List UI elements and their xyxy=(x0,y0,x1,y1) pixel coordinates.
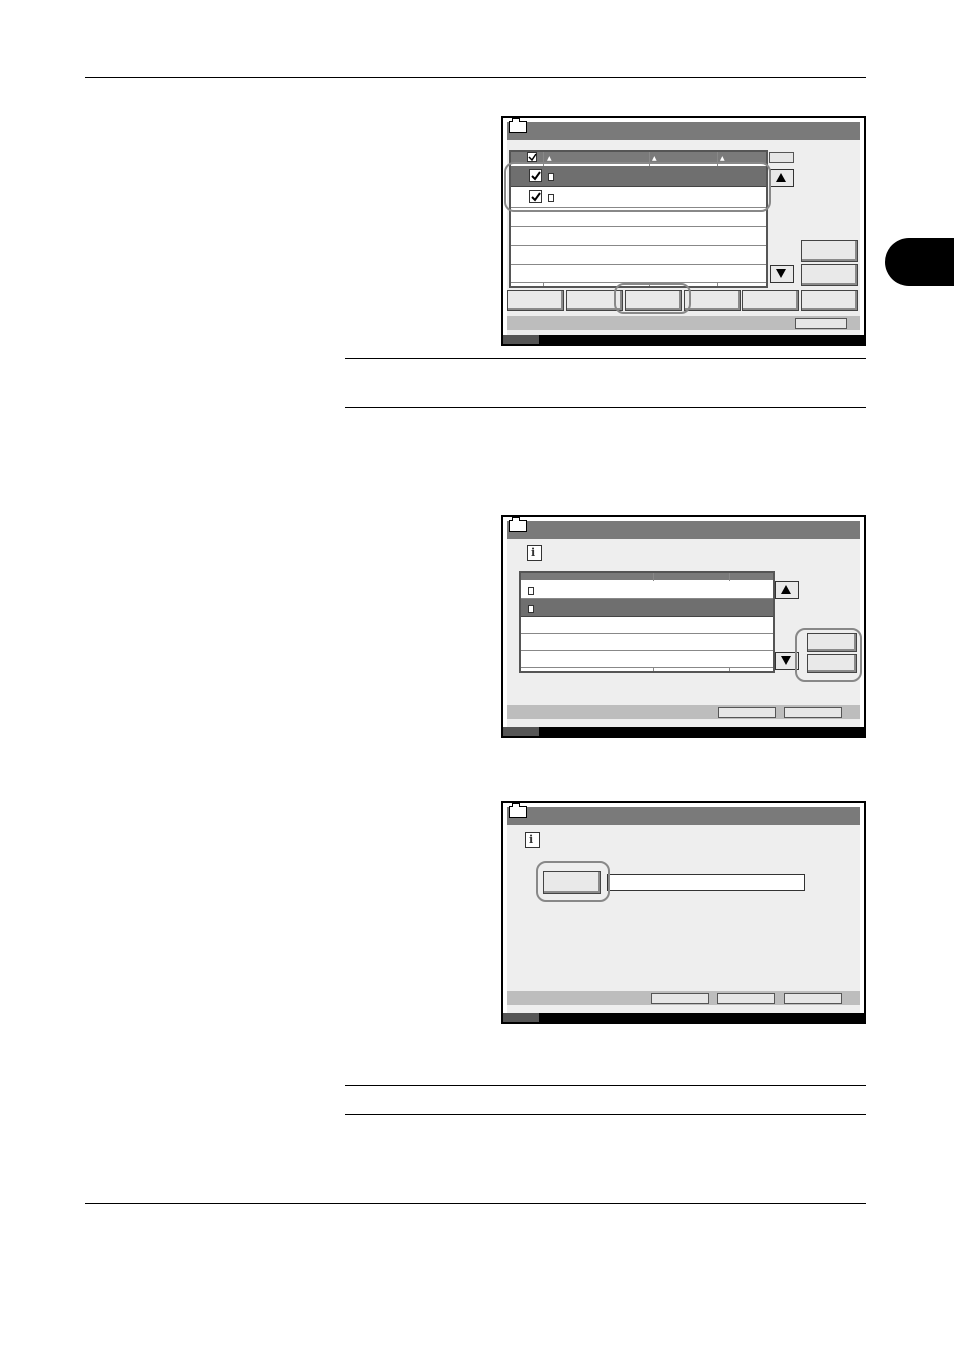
status-bar xyxy=(503,727,864,736)
highlight-file-name-button xyxy=(536,861,610,902)
note-rule-top xyxy=(345,358,866,359)
document-icon xyxy=(528,587,534,595)
function-button[interactable] xyxy=(801,290,858,311)
side-button[interactable] xyxy=(801,264,858,286)
highlight-checked-rows xyxy=(504,162,771,212)
screen-titlebar xyxy=(507,118,860,140)
next-button[interactable] xyxy=(784,707,842,718)
screen-panel: i xyxy=(503,803,864,1022)
screen-bottombar xyxy=(507,316,860,330)
name-dialog-screen: i xyxy=(501,801,866,1024)
table-row[interactable] xyxy=(511,265,766,283)
note-rule-bottom xyxy=(345,1114,866,1115)
function-button[interactable] xyxy=(507,290,564,311)
screen-bottombar xyxy=(507,705,860,719)
scroll-down-button[interactable] xyxy=(770,265,794,283)
cancel-button[interactable] xyxy=(651,993,709,1004)
order-dialog-screen: i xyxy=(501,515,866,738)
status-bar xyxy=(503,1013,864,1022)
view-toggle-button[interactable] xyxy=(769,152,794,163)
document-icon xyxy=(528,605,534,613)
sort-icon[interactable]: ▲ xyxy=(547,155,552,162)
back-button[interactable] xyxy=(717,993,775,1004)
table-row[interactable] xyxy=(521,599,773,617)
arrow-down-icon xyxy=(781,656,791,665)
folder-icon xyxy=(509,118,527,133)
order-table xyxy=(519,571,775,673)
sort-icon[interactable]: ▲ xyxy=(720,155,725,162)
table-row[interactable] xyxy=(521,617,773,634)
table-row[interactable] xyxy=(521,581,773,599)
footer-rule xyxy=(85,1203,866,1204)
folder-icon xyxy=(509,803,527,818)
scroll-up-button[interactable] xyxy=(770,169,794,187)
scroll-up-button[interactable] xyxy=(775,581,799,599)
screen-bottombar xyxy=(507,991,860,1005)
table-row[interactable] xyxy=(511,227,766,246)
highlight-order-buttons xyxy=(795,628,862,682)
chapter-tab-marker xyxy=(885,238,954,286)
table-header xyxy=(521,573,773,580)
screen-panel: i xyxy=(503,517,864,736)
info-icon: i xyxy=(525,832,540,848)
start-button[interactable] xyxy=(784,993,842,1004)
close-button[interactable] xyxy=(795,318,847,329)
arrow-down-icon xyxy=(776,269,786,278)
function-button[interactable] xyxy=(684,290,741,311)
cancel-button[interactable] xyxy=(718,707,776,718)
arrow-up-icon xyxy=(776,173,786,182)
header-rule xyxy=(85,77,866,78)
highlight-join-button xyxy=(614,283,691,314)
sort-icon[interactable]: ▲ xyxy=(652,155,657,162)
file-name-field[interactable] xyxy=(607,874,805,891)
table-row[interactable] xyxy=(521,651,773,668)
folder-icon xyxy=(509,517,527,532)
arrow-up-icon xyxy=(781,585,791,594)
status-bar xyxy=(503,335,864,344)
note-rule-bottom xyxy=(345,407,866,408)
table-row[interactable] xyxy=(511,246,766,265)
screen-titlebar xyxy=(507,517,860,539)
select-all-checkbox[interactable] xyxy=(527,152,537,162)
note-rule-top xyxy=(345,1085,866,1086)
info-icon: i xyxy=(527,545,542,561)
side-button[interactable] xyxy=(801,240,858,262)
screen-titlebar xyxy=(507,803,860,825)
function-button[interactable] xyxy=(742,290,799,311)
table-row[interactable] xyxy=(521,634,773,651)
